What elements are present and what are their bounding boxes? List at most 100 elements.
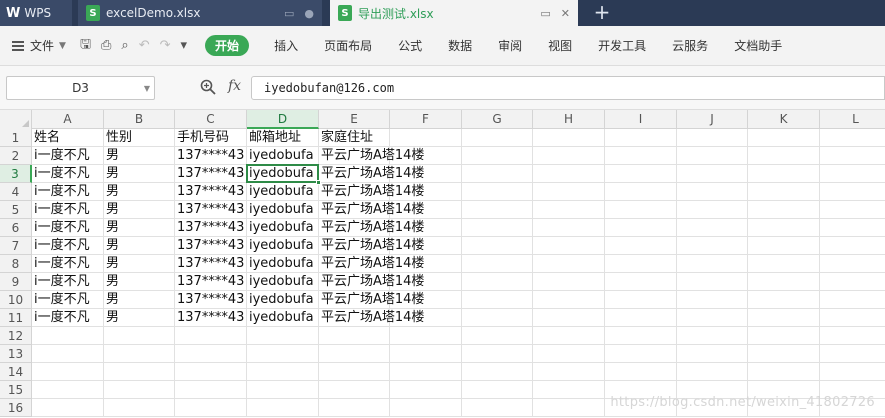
cell-j9[interactable]	[677, 273, 748, 291]
column-header-d[interactable]: D	[247, 110, 319, 129]
cell-c16[interactable]	[175, 399, 247, 417]
cell-j1[interactable]	[677, 129, 748, 147]
cell-c15[interactable]	[175, 381, 247, 399]
cell-c2[interactable]: 137****43	[175, 147, 247, 165]
cell-g15[interactable]	[462, 381, 533, 399]
cell-g3[interactable]	[462, 165, 533, 183]
cell-e9[interactable]: 平云广场A塔14楼	[319, 273, 424, 291]
name-box[interactable]: D3 ▼	[6, 76, 155, 100]
cell-k5[interactable]	[748, 201, 820, 219]
cell-d4[interactable]: iyedobufa	[247, 183, 319, 201]
column-header-f[interactable]: F	[390, 110, 462, 129]
cell-k12[interactable]	[748, 327, 820, 345]
row-header-7[interactable]: 7	[0, 237, 32, 255]
cell-g7[interactable]	[462, 237, 533, 255]
cell-i3[interactable]	[605, 165, 677, 183]
cell-k6[interactable]	[748, 219, 820, 237]
cell-g14[interactable]	[462, 363, 533, 381]
cell-d3[interactable]: iyedobufa	[247, 165, 319, 183]
cell-e11[interactable]: 平云广场A塔14楼	[319, 309, 424, 327]
cell-a9[interactable]: i一度不凡	[32, 273, 104, 291]
chevron-down-icon[interactable]: ▼	[144, 84, 150, 93]
row-header-2[interactable]: 2	[0, 147, 32, 165]
cell-a5[interactable]: i一度不凡	[32, 201, 104, 219]
cell-d9[interactable]: iyedobufa	[247, 273, 319, 291]
cell-b14[interactable]	[104, 363, 175, 381]
cell-l11[interactable]	[820, 309, 885, 327]
cell-j14[interactable]	[677, 363, 748, 381]
select-all-corner[interactable]	[0, 110, 32, 129]
cell-e14[interactable]	[319, 363, 390, 381]
cell-c7[interactable]: 137****43	[175, 237, 247, 255]
cell-c14[interactable]	[175, 363, 247, 381]
file-menu-button[interactable]: 文件 ▼	[0, 33, 66, 59]
cell-g10[interactable]	[462, 291, 533, 309]
cell-e16[interactable]	[319, 399, 390, 417]
cell-k2[interactable]	[748, 147, 820, 165]
tab-view[interactable]: 视图	[535, 37, 585, 54]
row-header-8[interactable]: 8	[0, 255, 32, 273]
cell-f1[interactable]	[390, 129, 462, 147]
cell-e8[interactable]: 平云广场A塔14楼	[319, 255, 424, 273]
cell-g13[interactable]	[462, 345, 533, 363]
cell-a10[interactable]: i一度不凡	[32, 291, 104, 309]
cell-b4[interactable]: 男	[104, 183, 175, 201]
column-header-b[interactable]: B	[104, 110, 175, 129]
cell-l12[interactable]	[820, 327, 885, 345]
column-header-k[interactable]: K	[748, 110, 820, 129]
cell-l6[interactable]	[820, 219, 885, 237]
redo-icon[interactable]: ↷	[160, 38, 171, 53]
cell-j12[interactable]	[677, 327, 748, 345]
cell-l1[interactable]	[820, 129, 885, 147]
tab-cloud-services[interactable]: 云服务	[659, 37, 721, 54]
new-tab-button[interactable]: +	[592, 0, 612, 26]
zoom-icon[interactable]	[200, 79, 216, 95]
row-header-11[interactable]: 11	[0, 309, 32, 327]
cell-h6[interactable]	[533, 219, 605, 237]
row-header-3[interactable]: 3	[0, 165, 32, 183]
cell-e1[interactable]: 家庭住址	[319, 129, 390, 147]
cell-i11[interactable]	[605, 309, 677, 327]
cell-k8[interactable]	[748, 255, 820, 273]
tab-insert[interactable]: 插入	[261, 37, 311, 54]
cell-b3[interactable]: 男	[104, 165, 175, 183]
row-header-15[interactable]: 15	[0, 381, 32, 399]
cell-b13[interactable]	[104, 345, 175, 363]
cell-b9[interactable]: 男	[104, 273, 175, 291]
cell-a16[interactable]	[32, 399, 104, 417]
cell-f13[interactable]	[390, 345, 462, 363]
cell-g9[interactable]	[462, 273, 533, 291]
cell-h14[interactable]	[533, 363, 605, 381]
cell-k9[interactable]	[748, 273, 820, 291]
cell-e6[interactable]: 平云广场A塔14楼	[319, 219, 424, 237]
cell-k3[interactable]	[748, 165, 820, 183]
cell-a11[interactable]: i一度不凡	[32, 309, 104, 327]
cell-g5[interactable]	[462, 201, 533, 219]
cell-d14[interactable]	[247, 363, 319, 381]
cell-l13[interactable]	[820, 345, 885, 363]
cell-g16[interactable]	[462, 399, 533, 417]
cell-k7[interactable]	[748, 237, 820, 255]
column-header-h[interactable]: H	[533, 110, 605, 129]
cell-g12[interactable]	[462, 327, 533, 345]
cell-b2[interactable]: 男	[104, 147, 175, 165]
cell-h9[interactable]	[533, 273, 605, 291]
cell-b15[interactable]	[104, 381, 175, 399]
cell-g8[interactable]	[462, 255, 533, 273]
cell-a2[interactable]: i一度不凡	[32, 147, 104, 165]
cell-e3[interactable]: 平云广场A塔14楼	[319, 165, 424, 183]
tab-review[interactable]: 审阅	[485, 37, 535, 54]
row-header-6[interactable]: 6	[0, 219, 32, 237]
cell-h13[interactable]	[533, 345, 605, 363]
cell-h11[interactable]	[533, 309, 605, 327]
cell-g11[interactable]	[462, 309, 533, 327]
cell-c12[interactable]	[175, 327, 247, 345]
cell-h10[interactable]	[533, 291, 605, 309]
cell-d6[interactable]: iyedobufa	[247, 219, 319, 237]
cell-h7[interactable]	[533, 237, 605, 255]
row-header-13[interactable]: 13	[0, 345, 32, 363]
cell-a7[interactable]: i一度不凡	[32, 237, 104, 255]
cell-c9[interactable]: 137****43	[175, 273, 247, 291]
cell-b16[interactable]	[104, 399, 175, 417]
cell-f15[interactable]	[390, 381, 462, 399]
